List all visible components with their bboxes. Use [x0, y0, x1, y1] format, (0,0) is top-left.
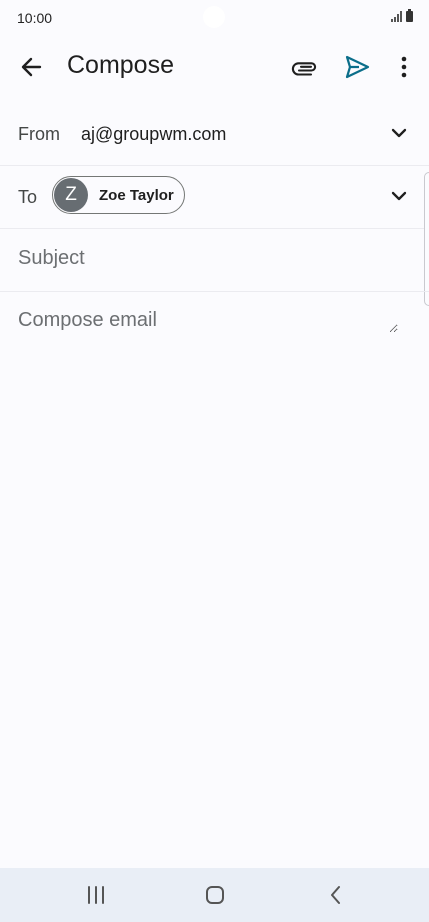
paperclip-icon [291, 62, 317, 76]
to-row: To Z Zoe Taylor [0, 165, 429, 229]
recipient-chip[interactable]: Z Zoe Taylor [52, 176, 185, 214]
page-title: Compose [67, 51, 174, 79]
send-button[interactable] [339, 49, 375, 85]
compose-body-input[interactable] [18, 309, 398, 333]
system-nav-bar [0, 868, 429, 922]
battery-icon [406, 9, 413, 22]
chevron-down-icon [391, 191, 407, 201]
avatar: Z [54, 178, 88, 212]
from-expand-button[interactable] [387, 121, 411, 145]
more-options-button[interactable] [389, 49, 419, 85]
back-button[interactable] [14, 49, 50, 85]
more-vert-icon [401, 56, 407, 78]
home-button[interactable] [201, 883, 229, 907]
camera-cutout [203, 6, 225, 28]
from-label: From [18, 124, 60, 144]
status-time: 10:00 [17, 10, 53, 26]
subject-row [0, 228, 429, 292]
recipient-name: Zoe Taylor [99, 187, 174, 204]
chevron-down-icon [391, 128, 407, 138]
to-label: To [18, 187, 38, 207]
attach-button[interactable] [287, 49, 323, 85]
recent-apps-button[interactable] [82, 883, 110, 907]
chevron-left-icon [331, 886, 340, 904]
send-icon [345, 55, 370, 79]
subject-input[interactable] [18, 247, 398, 270]
home-icon [206, 886, 224, 904]
to-expand-button[interactable] [387, 184, 411, 208]
app-bar: Compose [0, 36, 429, 96]
status-icons [391, 9, 413, 22]
from-address: aj@groupwm.com [81, 124, 227, 144]
from-row: From aj@groupwm.com [0, 102, 429, 166]
signal-icon [391, 11, 402, 22]
nav-back-button[interactable] [322, 883, 350, 907]
arrow-back-icon [21, 57, 42, 77]
status-bar: 10:00 [0, 0, 429, 36]
recent-apps-icon [88, 886, 104, 904]
